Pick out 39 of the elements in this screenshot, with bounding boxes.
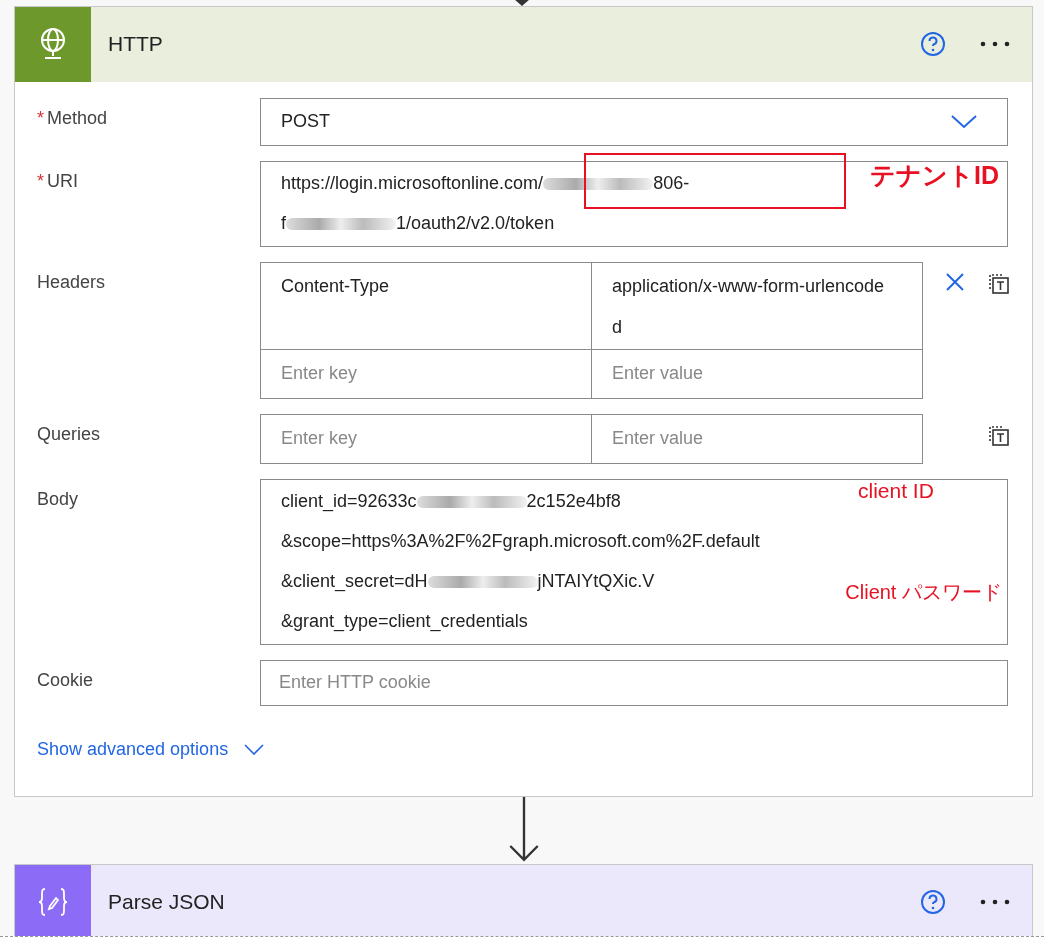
field-label: Method <box>47 107 108 129</box>
text-line: client_id=92633c 2c152e4bf8 <box>281 491 621 513</box>
annotation-text: テナントID <box>870 159 999 191</box>
chevron-down-icon <box>244 743 265 755</box>
text-line: &scope=https%3A%2F%2Fgraph.microsoft.com%2F.default <box>281 531 760 553</box>
close-icon[interactable] <box>945 271 965 292</box>
text-line: https://login.microsoftonline.com/ 806- <box>281 173 690 195</box>
action-title: HTTP <box>108 32 164 57</box>
value-field[interactable]: Enter value <box>592 349 923 399</box>
annotation-text: Client パスワード <box>845 579 1002 605</box>
field-label: Queries <box>37 423 101 445</box>
text-line: &client_secret=dH jNTAIYtQXic.V <box>281 571 655 593</box>
more-icon[interactable] <box>980 899 1010 906</box>
required-marker: * <box>37 107 44 129</box>
globe-icon <box>38 27 68 62</box>
annotation-text: client ID <box>858 478 934 503</box>
field-label: Body <box>37 488 79 510</box>
field-label: URI <box>47 170 78 192</box>
key-field[interactable]: Enter key <box>261 349 592 399</box>
text-mode-icon[interactable] <box>987 423 1011 448</box>
chevron-down-icon <box>951 114 977 129</box>
field-label: Cookie <box>37 669 94 691</box>
required-marker: * <box>37 170 44 192</box>
key-field[interactable]: Enter key <box>261 414 592 464</box>
key-field[interactable]: Content-Type <box>261 262 592 350</box>
field-label: Headers <box>37 271 106 293</box>
action-title: Parse JSON <box>108 890 226 915</box>
method-dropdown[interactable]: POST <box>260 97 1008 146</box>
advanced-options-link[interactable]: Show advanced options <box>37 738 265 760</box>
help-icon[interactable] <box>920 889 946 916</box>
value-field[interactable]: application/x-www-form-urlencoded <box>592 262 923 350</box>
help-icon[interactable] <box>920 31 946 58</box>
value-field[interactable]: Enter value <box>592 414 923 464</box>
more-icon[interactable] <box>980 41 1010 48</box>
text-line: &grant_type=client_credentials <box>281 611 528 633</box>
text-line: f 1/oauth2/v2.0/token <box>281 213 555 235</box>
cookie-field[interactable]: Enter HTTP cookie <box>260 659 1008 706</box>
arrow-tip-icon <box>515 0 529 6</box>
text-mode-icon[interactable] <box>987 271 1011 296</box>
